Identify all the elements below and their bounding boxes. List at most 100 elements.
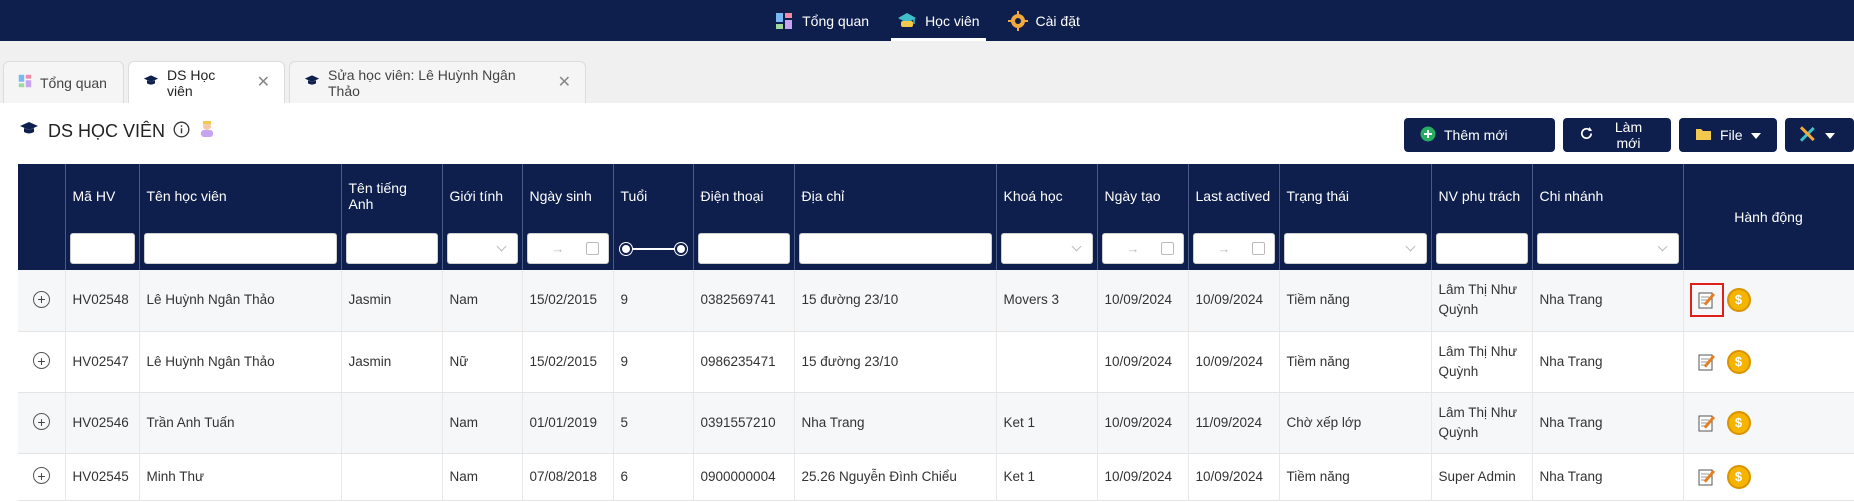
tab-label: Tổng quan — [40, 74, 107, 91]
cell-status: Tiềm năng — [1279, 453, 1432, 501]
col-header-created[interactable]: Ngày tạo — [1097, 164, 1189, 228]
col-header-status[interactable]: Trạng thái — [1279, 164, 1432, 228]
edit-icon[interactable] — [1695, 465, 1719, 489]
expand-cell: + — [18, 270, 66, 332]
tab-label: Sửa học viên: Lê Huỳnh Ngân Thảo — [328, 66, 516, 99]
cell-gender: Nam — [442, 453, 523, 501]
cell-code: HV02546 — [65, 392, 140, 454]
col-header-english-name[interactable]: Tên tiếng Anh — [341, 164, 443, 228]
col-header-code[interactable]: Mã HV — [65, 164, 140, 228]
add-button[interactable]: Thêm mới — [1404, 118, 1555, 152]
col-header-phone[interactable]: Điện thoại — [693, 164, 795, 228]
filter-name-input[interactable] — [143, 233, 337, 264]
tab-overview[interactable]: Tổng quan — [3, 61, 124, 103]
page-header: DS HỌC VIÊN Thêm mới Làm mới File — [0, 103, 1854, 163]
filter-branch-select[interactable] — [1536, 233, 1679, 264]
tab-edit-student[interactable]: Sửa học viên: Lê Huỳnh Ngân Thảo ✕ — [289, 61, 586, 103]
cell-name: Lê Huỳnh Ngân Thảo — [139, 270, 342, 332]
table-row[interactable]: + HV02548 Lê Huỳnh Ngân Thảo Jasmin Nam … — [18, 270, 1854, 332]
col-header-staff[interactable]: NV phụ trách — [1431, 164, 1533, 228]
slider-handle-min[interactable] — [619, 243, 632, 255]
cell-created: 10/09/2024 — [1097, 453, 1189, 501]
cell-name: Trần Anh Tuấn — [139, 392, 342, 454]
filter-cell — [1431, 228, 1533, 270]
cell-staff: Super Admin — [1431, 453, 1533, 501]
filter-cell: → — [522, 228, 614, 270]
dashboard-icon — [774, 11, 794, 31]
edit-icon[interactable] — [1695, 350, 1719, 374]
tools-button[interactable] — [1785, 118, 1854, 152]
expand-row-icon[interactable]: + — [33, 352, 50, 369]
col-header-last-active[interactable]: Last actived — [1188, 164, 1280, 228]
filter-course-select[interactable] — [1000, 233, 1093, 264]
filter-gender-select[interactable] — [446, 233, 518, 264]
file-button[interactable]: File — [1679, 118, 1777, 152]
filter-cell — [1532, 228, 1684, 270]
payment-coin-icon[interactable]: $ — [1726, 288, 1751, 313]
folder-icon — [1695, 127, 1712, 144]
filter-english-name-input[interactable] — [345, 233, 438, 264]
tab-student-list[interactable]: DS Học viên ✕ — [128, 61, 285, 103]
nav-item-label: Cài đặt — [1035, 12, 1080, 29]
cell-english-name — [341, 392, 443, 454]
cell-actions: $ — [1683, 331, 1854, 393]
col-header-age[interactable]: Tuổi — [613, 164, 694, 228]
edit-icon[interactable] — [1689, 283, 1724, 318]
expand-row-icon[interactable]: + — [33, 290, 50, 308]
col-header-gender[interactable]: Giới tính — [442, 164, 523, 228]
filter-cell: → — [1188, 228, 1280, 270]
nav-item-label: Học viên — [925, 12, 980, 29]
nav-item-students[interactable]: Học viên — [883, 0, 993, 41]
col-header-course[interactable]: Khoá học — [996, 164, 1098, 228]
filter-age-slider[interactable] — [618, 233, 689, 264]
calendar-icon — [1251, 242, 1265, 255]
cell-phone: 0900000004 — [693, 453, 795, 501]
payment-coin-icon[interactable]: $ — [1726, 410, 1751, 435]
caret-down-icon — [1825, 127, 1835, 143]
cell-last-active: 10/09/2024 — [1188, 453, 1280, 501]
slider-handle-max[interactable] — [674, 243, 687, 255]
table-row[interactable]: + HV02547 Lê Huỳnh Ngân Thảo Jasmin Nữ 1… — [18, 331, 1854, 393]
cell-status: Chờ xếp lớp — [1279, 392, 1432, 454]
expand-row-icon[interactable]: + — [33, 413, 50, 430]
cell-gender: Nam — [442, 270, 523, 332]
cell-staff: Lâm Thị Như Quỳnh — [1431, 331, 1533, 393]
filter-cell — [1279, 228, 1432, 270]
filter-status-select[interactable] — [1283, 233, 1427, 264]
table-row[interactable]: + HV02546 Trần Anh Tuấn Nam 01/01/2019 5… — [18, 392, 1854, 454]
dashboard-icon — [18, 74, 32, 91]
close-icon[interactable]: ✕ — [257, 74, 270, 91]
cell-age: 6 — [613, 453, 694, 501]
table-row[interactable]: + HV02545 Minh Thư Nam 07/08/2018 6 0900… — [18, 453, 1854, 501]
cell-english-name — [341, 453, 443, 501]
filter-staff-input[interactable] — [1435, 233, 1528, 264]
filter-phone-input[interactable] — [697, 233, 790, 264]
refresh-button[interactable]: Làm mới — [1563, 118, 1671, 152]
nav-item-settings[interactable]: Cài đặt — [994, 0, 1094, 41]
info-icon[interactable] — [173, 121, 190, 143]
expand-row-icon[interactable]: + — [33, 467, 50, 484]
filter-last-active-range[interactable]: → — [1192, 233, 1275, 264]
student-avatar-icon[interactable] — [198, 120, 216, 143]
col-header-address[interactable]: Địa chỉ — [794, 164, 997, 228]
cell-last-active: 10/09/2024 — [1188, 270, 1280, 332]
payment-coin-icon[interactable]: $ — [1726, 349, 1751, 374]
gear-icon — [1007, 10, 1028, 31]
close-icon[interactable]: ✕ — [558, 74, 571, 91]
payment-coin-icon[interactable]: $ — [1726, 464, 1751, 489]
filter-code-input[interactable] — [69, 233, 135, 264]
filter-address-input[interactable] — [798, 233, 992, 264]
cell-staff: Lâm Thị Như Quỳnh — [1431, 392, 1533, 454]
cell-status: Tiềm năng — [1279, 270, 1432, 332]
filter-dob-range[interactable]: → — [526, 233, 609, 264]
col-header-name[interactable]: Tên học viên — [139, 164, 342, 228]
cell-phone: 0391557210 — [693, 392, 795, 454]
nav-item-overview[interactable]: Tổng quan — [760, 0, 883, 41]
cell-code: HV02545 — [65, 453, 140, 501]
col-header-dob[interactable]: Ngày sinh — [522, 164, 614, 228]
edit-icon[interactable] — [1695, 411, 1719, 435]
caret-down-icon — [1750, 127, 1761, 143]
cell-english-name: Jasmin — [341, 331, 443, 393]
col-header-branch[interactable]: Chi nhánh — [1532, 164, 1684, 228]
filter-created-range[interactable]: → — [1101, 233, 1184, 264]
